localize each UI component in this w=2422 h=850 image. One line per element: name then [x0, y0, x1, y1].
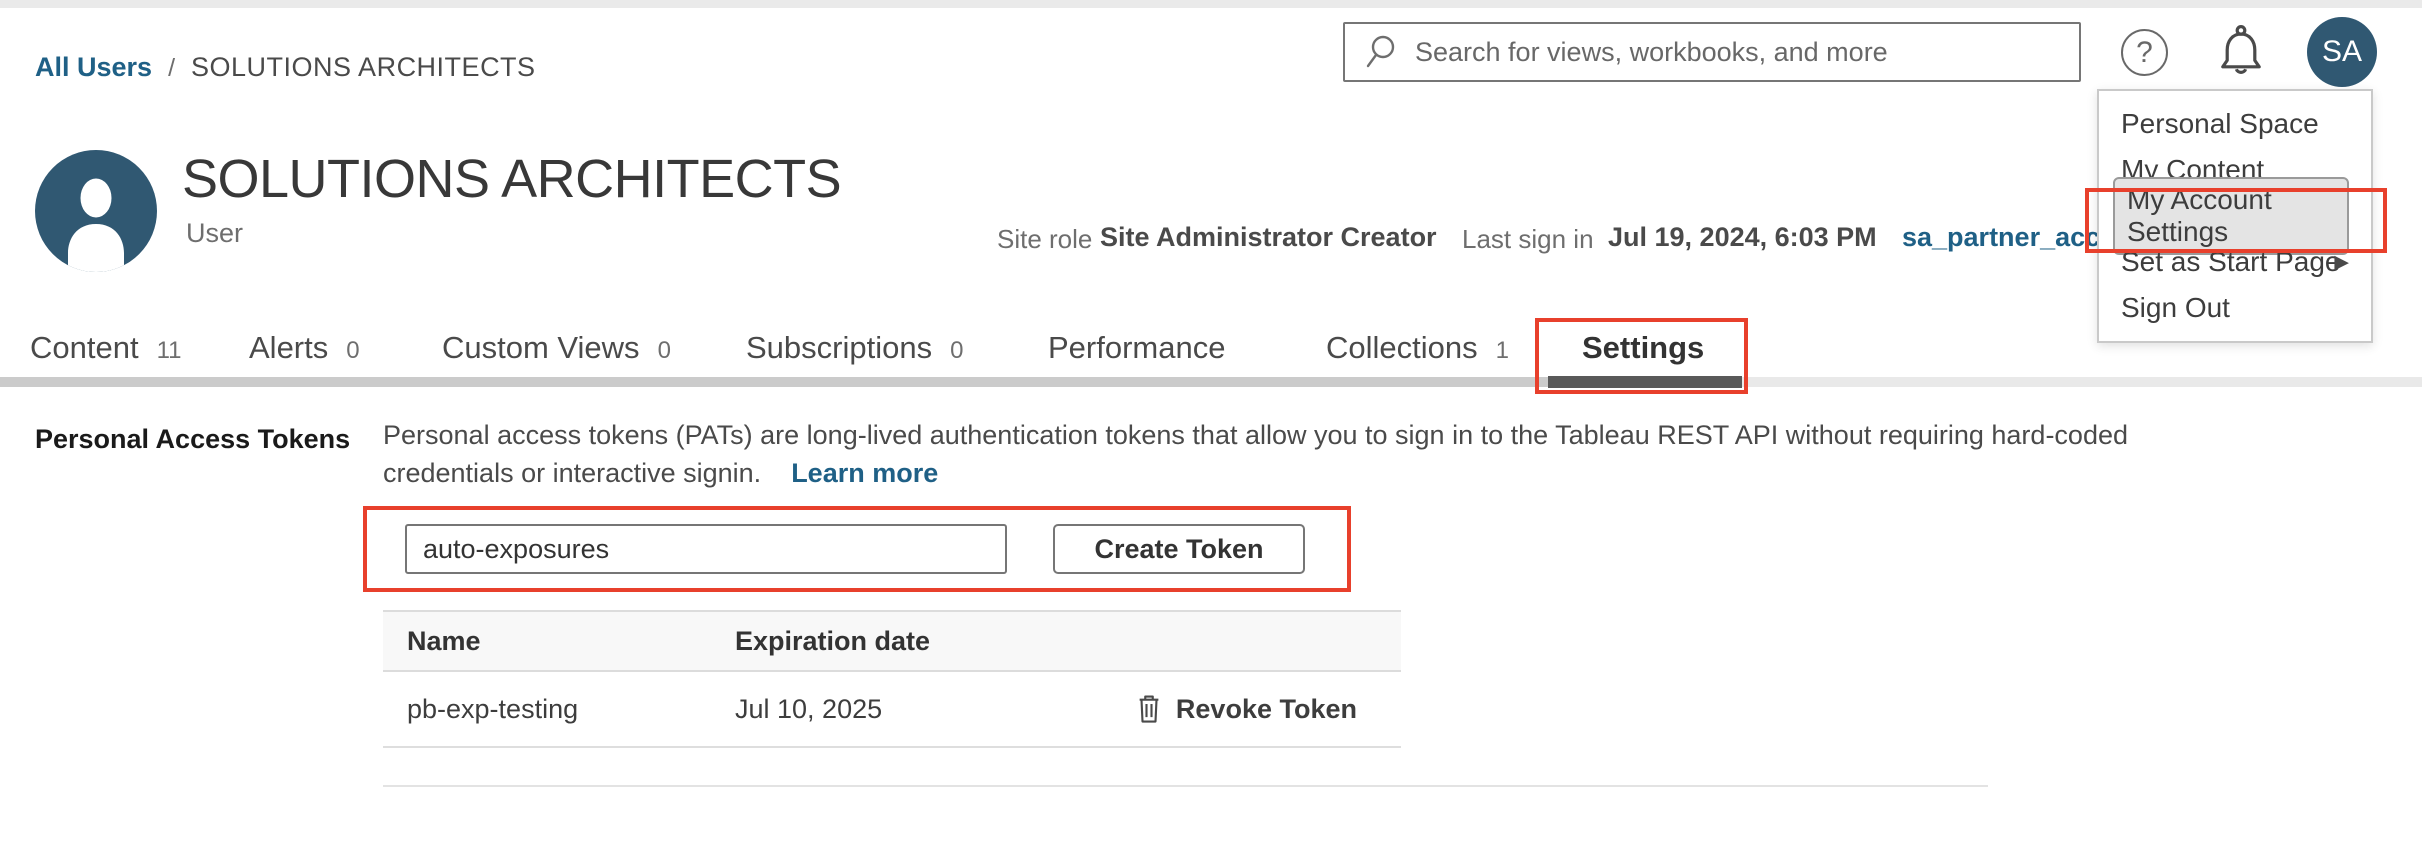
breadcrumb-current: SOLUTIONS ARCHITECTS: [191, 52, 536, 83]
token-name-input[interactable]: [405, 524, 1007, 574]
column-header-expiration: Expiration date: [735, 626, 930, 657]
page-title: SOLUTIONS ARCHITECTS: [182, 148, 841, 210]
breadcrumb: All Users / SOLUTIONS ARCHITECTS: [35, 52, 536, 83]
search-input[interactable]: [1415, 37, 2079, 68]
notifications-bell-icon[interactable]: [2216, 24, 2266, 80]
tabbar-divider: [0, 377, 1550, 387]
tokens-table: Name Expiration date pb-exp-testing Jul …: [383, 610, 1401, 748]
last-sign-in-label: Last sign in: [1462, 224, 1594, 255]
site-role-value: Site Administrator Creator: [1100, 222, 1437, 253]
user-type-label: User: [186, 218, 243, 249]
pat-description-line2: credentials or interactive signin. Learn…: [383, 458, 938, 489]
breadcrumb-all-users-link[interactable]: All Users: [35, 52, 152, 83]
user-avatar-menu-button[interactable]: SA: [2307, 17, 2377, 87]
token-expiration-cell: Jul 10, 2025: [735, 694, 882, 725]
pat-description-line1: Personal access tokens (PATs) are long-l…: [383, 420, 2128, 451]
tab-settings[interactable]: Settings: [1582, 330, 1704, 366]
top-strip: [0, 0, 2422, 8]
column-header-name: Name: [383, 626, 735, 657]
submenu-arrow-icon: ▶: [2334, 251, 2349, 274]
create-token-button[interactable]: Create Token: [1053, 524, 1305, 574]
profile-avatar: [35, 150, 157, 272]
person-icon: [35, 162, 157, 272]
tab-content[interactable]: Content 11: [30, 330, 182, 366]
site-role-label: Site role: [997, 224, 1092, 255]
section-divider: [383, 785, 1988, 787]
menu-item-personal-space[interactable]: Personal Space: [2099, 101, 2371, 147]
token-name-cell: pb-exp-testing: [383, 694, 735, 725]
tab-alerts[interactable]: Alerts 0: [249, 330, 360, 366]
tab-subscriptions[interactable]: Subscriptions 0: [746, 330, 963, 366]
personal-access-tokens-label: Personal Access Tokens: [35, 424, 350, 455]
trash-icon: [1136, 694, 1162, 724]
pat-description-line2-text: credentials or interactive signin.: [383, 458, 761, 489]
tab-count: 0: [658, 337, 671, 365]
account-dropdown-menu: Personal Space My Content My Account Set…: [2097, 89, 2373, 343]
table-row: pb-exp-testing Jul 10, 2025 Revoke Token: [383, 672, 1401, 748]
tab-custom-views[interactable]: Custom Views 0: [442, 330, 671, 366]
tab-performance[interactable]: Performance: [1048, 330, 1225, 366]
tokens-table-header: Name Expiration date: [383, 610, 1401, 672]
search-icon: [1365, 34, 1399, 70]
breadcrumb-separator: /: [168, 54, 175, 83]
search-box[interactable]: [1343, 22, 2081, 82]
tab-count: 0: [346, 337, 359, 365]
menu-item-set-as-start-page[interactable]: Set as Start Page ▶: [2099, 239, 2371, 285]
tab-count: 1: [1496, 337, 1509, 365]
tab-count: 0: [950, 337, 963, 365]
learn-more-link[interactable]: Learn more: [791, 458, 938, 489]
selected-tab-underline: [1548, 376, 1742, 388]
tab-collections[interactable]: Collections 1: [1326, 330, 1509, 366]
menu-item-sign-out[interactable]: Sign Out: [2099, 285, 2371, 331]
tab-count: 11: [157, 337, 182, 365]
revoke-token-button[interactable]: Revoke Token: [1136, 694, 1357, 725]
tableau-user-settings-page: All Users / SOLUTIONS ARCHITECTS ? SA SO…: [0, 0, 2422, 850]
revoke-token-label: Revoke Token: [1176, 694, 1357, 725]
help-icon[interactable]: ?: [2121, 29, 2168, 76]
last-sign-in-value: Jul 19, 2024, 6:03 PM: [1608, 222, 1877, 253]
avatar-initials: SA: [2322, 35, 2362, 69]
menu-item-my-account-settings[interactable]: My Account Settings: [2099, 193, 2371, 239]
tabbar-divider: [1742, 377, 2422, 387]
